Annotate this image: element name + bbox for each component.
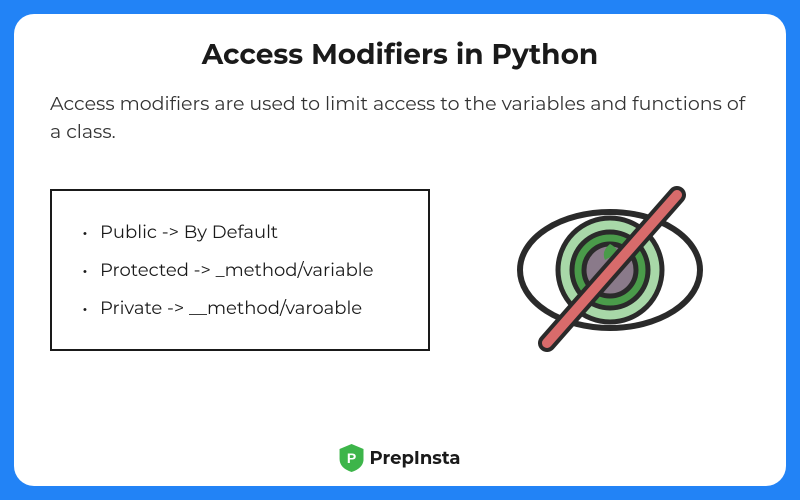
infographic-card: Access Modifiers in Python Access modifi… — [14, 14, 786, 486]
content-row: Public -> By Default Protected -> _metho… — [50, 175, 750, 365]
list-item: Protected -> _method/variable — [78, 251, 402, 289]
brand-name: PrepInsta — [370, 447, 461, 469]
page-title: Access Modifiers in Python — [50, 38, 750, 72]
logo-shield-icon: P — [340, 444, 364, 472]
description-text: Access modifiers are used to limit acces… — [50, 90, 750, 145]
list-item: Public -> By Default — [78, 213, 402, 251]
brand-logo: P PrepInsta — [340, 444, 461, 472]
modifier-list: Public -> By Default Protected -> _metho… — [78, 213, 402, 327]
svg-text:P: P — [347, 450, 356, 466]
hidden-eye-icon — [470, 175, 750, 365]
list-item: Private -> __method/varoable — [78, 289, 402, 327]
modifier-box: Public -> By Default Protected -> _metho… — [50, 189, 430, 351]
